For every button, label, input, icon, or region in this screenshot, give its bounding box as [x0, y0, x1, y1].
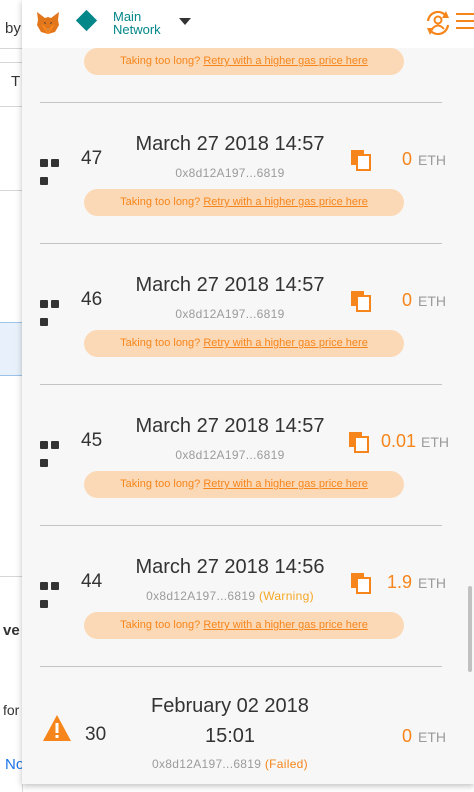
tx-currency: ETH	[418, 729, 446, 745]
network-name-line2: Network	[113, 22, 161, 37]
retry-prefix: Taking too long?	[120, 196, 201, 208]
retry-prefix: Taking too long?	[120, 478, 201, 490]
scrollbar-thumb[interactable]	[468, 586, 472, 672]
tx-currency: ETH	[421, 434, 449, 450]
transaction-row[interactable]: 46 March 27 2018 14:57 0x8d12A197...6819…	[40, 244, 446, 384]
transaction-row[interactable]: 44 March 27 2018 14:56 0x8d12A197...6819…	[40, 526, 446, 666]
tx-address-text: 0x8d12A197...6819	[152, 757, 262, 771]
pending-dots-icon	[40, 436, 72, 467]
bg-divider	[0, 48, 22, 49]
network-diamond-icon[interactable]	[75, 9, 98, 32]
pending-dots-icon	[40, 154, 72, 185]
retry-link[interactable]: Retry with a higher gas price here	[203, 55, 367, 67]
metamask-fox-icon[interactable]	[35, 10, 61, 36]
warning-tag: (Warning)	[258, 589, 314, 603]
background-page: by T ve for No	[0, 0, 24, 792]
bg-fragment: by	[5, 20, 21, 37]
bg-divider	[0, 190, 22, 191]
copy-icon[interactable]	[350, 572, 372, 594]
tx-address: 0x8d12A197...6819 (Failed)	[100, 757, 360, 771]
retry-link[interactable]: Retry with a higher gas price here	[203, 196, 367, 208]
failed-tag: (Failed)	[264, 757, 308, 771]
app-header: Main Network	[22, 0, 474, 48]
warning-triangle-icon	[43, 715, 71, 741]
transaction-row[interactable]: 47 March 27 2018 14:57 0x8d12A197...6819…	[40, 103, 446, 243]
hamburger-menu-icon[interactable]	[456, 13, 474, 31]
tx-currency: ETH	[418, 575, 446, 591]
metamask-popup: Main Network Taking too long? Retry with…	[22, 0, 474, 784]
tx-amount: 0	[401, 726, 412, 746]
copy-icon[interactable]	[348, 431, 370, 453]
tx-address-text: 0x8d12A197...6819	[146, 589, 256, 603]
retry-banner: Taking too long? Retry with a higher gas…	[84, 48, 404, 75]
bg-fragment: for	[3, 702, 20, 718]
pending-dots-icon	[40, 295, 72, 326]
tx-address: 0x8d12A197...6819 (Warning)	[100, 589, 360, 603]
account-switch-icon[interactable]	[424, 9, 452, 37]
tx-amount: 0	[401, 290, 412, 310]
retry-banner: Taking too long? Retry with a higher gas…	[84, 471, 404, 498]
tx-date: March 27 2018 14:56	[135, 556, 325, 578]
tx-amount: 0	[401, 149, 412, 169]
tx-address: 0x8d12A197...6819	[100, 166, 360, 180]
bg-divider	[0, 62, 22, 63]
tx-currency: ETH	[418, 152, 446, 168]
tx-currency: ETH	[418, 293, 446, 309]
tx-address-text: 0x8d12A197...6819	[175, 448, 285, 462]
retry-prefix: Taking too long?	[120, 337, 201, 349]
bg-fragment: ve	[3, 622, 20, 639]
transaction-row[interactable]: 45 March 27 2018 14:57 0x8d12A197...6819…	[40, 385, 449, 525]
retry-prefix: Taking too long?	[120, 55, 201, 67]
tx-nonce: 44	[81, 571, 103, 592]
retry-banner: Taking too long? Retry with a higher gas…	[84, 330, 404, 357]
tx-amount: 1.9	[386, 572, 412, 592]
tx-date: March 27 2018 14:57	[135, 274, 325, 296]
retry-banner: Taking too long? Retry with a higher gas…	[84, 189, 404, 216]
transaction-row[interactable]: 30 February 02 2018 15:01 0x8d12A197...6…	[40, 667, 446, 784]
copy-icon[interactable]	[350, 149, 372, 171]
tx-address-text: 0x8d12A197...6819	[175, 307, 285, 321]
tx-date: March 27 2018 14:57	[135, 415, 325, 437]
retry-banner: Taking too long? Retry with a higher gas…	[84, 612, 404, 639]
tx-date-line2: 15:01	[204, 725, 256, 747]
tx-nonce: 45	[81, 430, 103, 451]
tx-address: 0x8d12A197...6819	[100, 307, 360, 321]
tx-nonce: 47	[81, 148, 103, 169]
network-selector[interactable]: Main Network	[113, 10, 161, 36]
caret-down-icon[interactable]	[179, 18, 191, 25]
tx-address-text: 0x8d12A197...6819	[175, 166, 285, 180]
tx-date: March 27 2018 14:57	[135, 133, 325, 155]
retry-link[interactable]: Retry with a higher gas price here	[203, 478, 367, 490]
tx-nonce: 46	[81, 289, 103, 310]
bg-divider	[0, 106, 22, 107]
retry-prefix: Taking too long?	[120, 619, 201, 631]
bg-selected-row	[0, 322, 22, 376]
tx-amount: 0.01	[380, 431, 416, 451]
copy-icon[interactable]	[350, 290, 372, 312]
bg-fragment: T	[11, 73, 21, 90]
tx-date-line1: February 02 2018	[151, 695, 309, 717]
bg-divider	[0, 576, 22, 577]
pending-dots-icon	[40, 577, 72, 608]
retry-link[interactable]: Retry with a higher gas price here	[203, 337, 367, 349]
retry-link[interactable]: Retry with a higher gas price here	[203, 619, 367, 631]
tx-address: 0x8d12A197...6819	[100, 448, 360, 462]
